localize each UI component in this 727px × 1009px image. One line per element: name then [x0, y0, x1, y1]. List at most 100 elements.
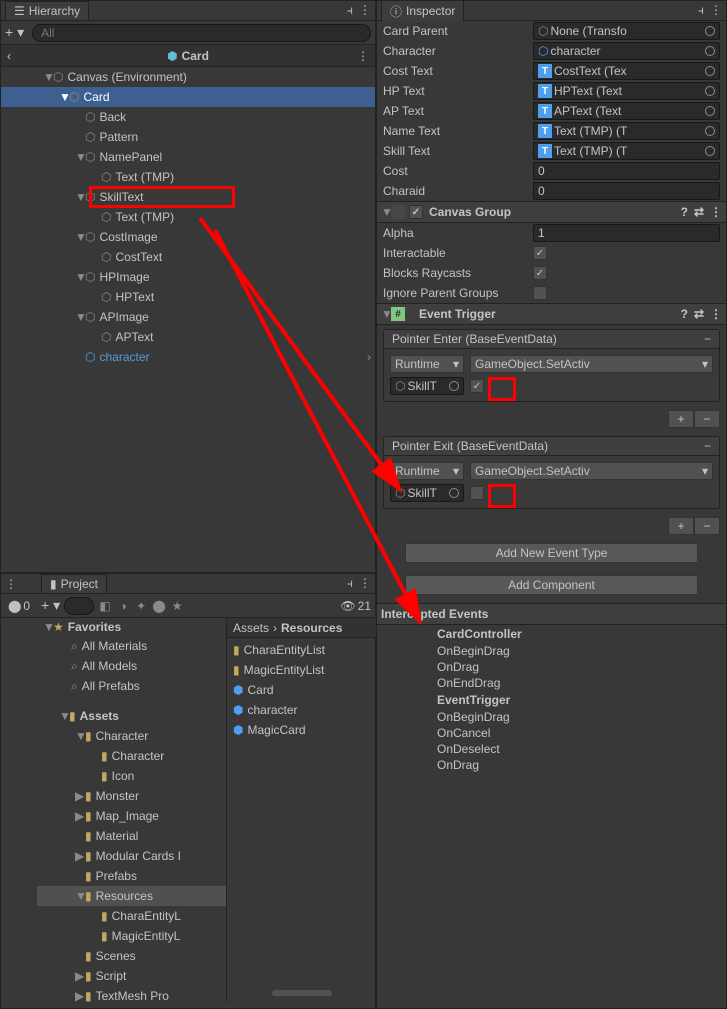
project-asset-item[interactable]: ▮CharaEntityList [227, 640, 377, 660]
object-picker-icon[interactable] [705, 66, 715, 76]
function-dropdown[interactable]: GameObject.SetActiv▾ [470, 462, 713, 480]
hierarchy-tab[interactable]: ☰Hierarchy [5, 1, 89, 20]
hierarchy-item[interactable]: ▼⬡CostImage [1, 227, 375, 247]
project-tree-item[interactable]: ▼▮Resources [37, 886, 226, 906]
project-tree-item[interactable]: ▶▮Map_Image [37, 806, 226, 826]
hierarchy-item[interactable]: ▼⬡SkillText [1, 187, 375, 207]
foldout-icon[interactable]: ▼ [75, 190, 85, 204]
project-tree-item[interactable]: ▮Prefabs [37, 866, 226, 886]
runtime-dropdown[interactable]: Runtime▾ [390, 462, 464, 480]
menu-icon[interactable]: ⋮ [710, 205, 722, 219]
raycasts-checkbox[interactable]: ✓ [533, 266, 547, 280]
save-icon[interactable]: ✦ [134, 599, 148, 613]
project-tab[interactable]: ▮Project [41, 574, 107, 593]
project-tree-item[interactable]: ▮Icon [37, 766, 226, 786]
filter-icon[interactable]: ◑ [116, 599, 130, 613]
error-icon[interactable]: ⬤ [8, 599, 21, 613]
object-field[interactable]: THPText (Text [533, 82, 720, 100]
add-callback-button[interactable]: + [668, 517, 694, 535]
hierarchy-item[interactable]: ▼⬡Canvas (Environment) [1, 67, 375, 87]
filter-icon[interactable]: ◧ [98, 599, 112, 613]
favorite-item[interactable]: ⌕All Models [37, 656, 226, 676]
object-picker-icon[interactable] [449, 488, 459, 498]
help-icon[interactable]: ? [681, 307, 688, 321]
foldout-icon[interactable]: ▶ [75, 969, 85, 983]
object-field[interactable]: TText (TMP) (T [533, 142, 720, 160]
project-tree-item[interactable]: ▮CharaEntityL [37, 906, 226, 926]
favorites-header[interactable]: ▼★Favorites [37, 618, 226, 636]
preset-icon[interactable]: ⇄ [694, 307, 704, 321]
hierarchy-item[interactable]: ⬡APText [1, 327, 375, 347]
foldout-icon[interactable]: ▼ [75, 150, 85, 164]
foldout-icon[interactable]: ▼ [59, 709, 69, 723]
hierarchy-item[interactable]: ⬡Pattern [1, 127, 375, 147]
project-tree-item[interactable]: ▶▮TextMesh Pro [37, 986, 226, 1006]
breadcrumb-item[interactable]: Resources [281, 621, 342, 635]
interactable-checkbox[interactable]: ✓ [533, 246, 547, 260]
project-tree-item[interactable]: ▮MagicEntityL [37, 926, 226, 946]
object-picker-icon[interactable] [705, 126, 715, 136]
foldout-icon[interactable]: ▶ [75, 989, 85, 1003]
project-search-input[interactable] [64, 597, 94, 615]
foldout-icon[interactable]: ▼ [59, 90, 69, 104]
object-field[interactable]: TCostText (Tex [533, 62, 720, 80]
add-component-button[interactable]: Add Component [405, 575, 698, 595]
event-value-checkbox[interactable] [470, 486, 484, 500]
console-icon[interactable]: ⬤ [152, 599, 166, 613]
hierarchy-item[interactable]: ⬡HPText [1, 287, 375, 307]
hierarchy-item[interactable]: ▼⬡APImage [1, 307, 375, 327]
object-picker-icon[interactable] [705, 26, 715, 36]
object-field[interactable]: ⬡None (Transfo [533, 22, 720, 40]
number-input[interactable] [533, 182, 720, 200]
target-field[interactable]: ⬡SkillT [390, 484, 464, 502]
project-tree-item[interactable]: ▮Character [37, 746, 226, 766]
remove-event-button[interactable]: − [704, 332, 711, 346]
zoom-slider[interactable] [272, 990, 332, 996]
project-tree-item[interactable]: ▮Material [37, 826, 226, 846]
ignore-parent-checkbox[interactable] [533, 286, 547, 300]
foldout-icon[interactable]: ▼ [75, 230, 85, 244]
project-tree-item[interactable]: ▶▮Script [37, 966, 226, 986]
inspector-tab[interactable]: ⓘInspector [381, 0, 464, 22]
lock-icon[interactable]: ⫞ [347, 3, 353, 18]
help-icon[interactable]: ? [681, 205, 688, 219]
hierarchy-search-input[interactable] [32, 24, 371, 42]
runtime-dropdown[interactable]: Runtime▾ [390, 355, 464, 373]
canvas-group-header[interactable]: ▼ ✓ Canvas Group ?⇄⋮ [377, 201, 726, 223]
hierarchy-item[interactable]: ▼⬡HPImage [1, 267, 375, 287]
remove-callback-button[interactable]: − [694, 410, 720, 428]
project-asset-item[interactable]: ⬢MagicCard [227, 720, 377, 740]
add-callback-button[interactable]: + [668, 410, 694, 428]
project-tree-item[interactable]: ▮Scenes [37, 946, 226, 966]
hierarchy-item[interactable]: ▼⬡Card [1, 87, 375, 107]
hierarchy-item[interactable]: ⬡character› [1, 347, 375, 367]
function-dropdown[interactable]: GameObject.SetActiv▾ [470, 355, 713, 373]
menu-icon[interactable]: ⋮ [359, 3, 371, 18]
foldout-icon[interactable]: ▼ [75, 310, 85, 324]
target-field[interactable]: ⬡SkillT [390, 377, 464, 395]
menu-icon[interactable]: ⋮ [710, 3, 722, 18]
project-tree-item[interactable]: ▼▮Assets [37, 706, 226, 726]
project-tree-item[interactable]: ▼▮Character [37, 726, 226, 746]
hierarchy-item[interactable]: ⬡Text (TMP) [1, 167, 375, 187]
favorite-item[interactable]: ⌕All Materials [37, 636, 226, 656]
back-button[interactable]: ‹ [7, 49, 11, 63]
hierarchy-item[interactable]: ⬡CostText [1, 247, 375, 267]
project-asset-item[interactable]: ⬢character [227, 700, 377, 720]
object-picker-icon[interactable] [705, 86, 715, 96]
project-tree-item[interactable]: ▶▮Modular Cards I [37, 846, 226, 866]
breadcrumb-menu-icon[interactable]: ⋮ [357, 49, 369, 63]
project-tree-item[interactable]: ▶▮Monster [37, 786, 226, 806]
lock-icon[interactable]: ⫞ [347, 576, 353, 591]
foldout-icon[interactable]: ▼ [75, 889, 85, 903]
foldout-icon[interactable]: ▼ [43, 70, 53, 84]
menu-icon[interactable]: ⋮ [710, 307, 722, 321]
lock-icon[interactable]: ⫞ [698, 3, 704, 18]
foldout-icon[interactable]: ▶ [75, 849, 85, 863]
add-button[interactable]: + ▾ [41, 597, 60, 614]
remove-event-button[interactable]: − [704, 439, 711, 453]
add-event-type-button[interactable]: Add New Event Type [405, 543, 698, 563]
object-picker-icon[interactable] [449, 381, 459, 391]
foldout-icon[interactable]: ▼ [75, 729, 85, 743]
star-icon[interactable]: ★ [170, 599, 184, 613]
